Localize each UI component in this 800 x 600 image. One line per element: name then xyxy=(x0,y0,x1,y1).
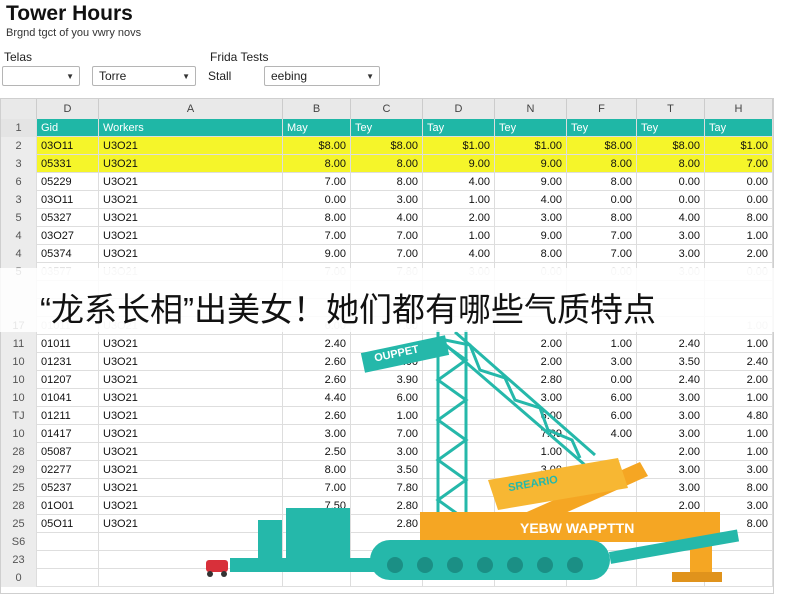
overlay-banner-text: “龙系长相”出美女！她们都有哪些气质特点 xyxy=(40,291,656,328)
small-car xyxy=(206,560,228,577)
crane-label-bottom: YEBW WAPPTTN xyxy=(520,520,635,536)
crane-mast xyxy=(435,330,469,542)
